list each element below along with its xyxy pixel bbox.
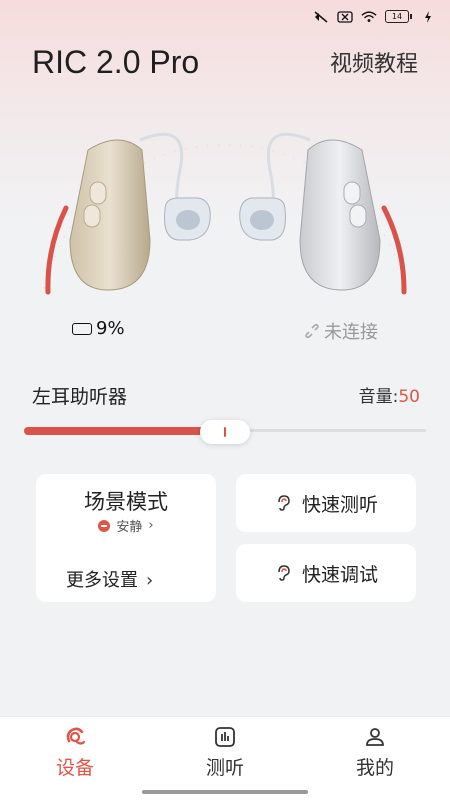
right-connection-status[interactable]: 未连接 xyxy=(304,318,378,344)
wifi-icon xyxy=(361,10,377,23)
current-scene-label: 安静 xyxy=(116,520,143,535)
current-scene[interactable]: 安静 › xyxy=(36,516,216,535)
device-icon xyxy=(66,727,86,745)
hearing-aids-illustration xyxy=(43,132,407,295)
chevron-right-icon: › xyxy=(146,570,154,591)
quick-test-button[interactable]: 快速测听 xyxy=(236,474,416,532)
home-indicator xyxy=(142,790,308,794)
right-earpiece xyxy=(239,197,286,241)
right-hearing-aid xyxy=(299,139,381,291)
left-battery-status: 9% xyxy=(72,318,125,339)
volume-slider[interactable] xyxy=(24,420,426,444)
more-settings-link[interactable]: 更多设置 › xyxy=(66,566,153,592)
profile-icon xyxy=(366,728,384,746)
quiet-scene-icon xyxy=(98,519,111,532)
tab-device[interactable]: 设备 xyxy=(30,725,120,780)
right-level-arc xyxy=(381,205,407,295)
tab-hearing-test-label: 测听 xyxy=(205,757,244,779)
battery-icon xyxy=(72,322,92,335)
tab-profile[interactable]: 我的 xyxy=(330,725,420,780)
chevron-right-icon: › xyxy=(148,518,154,533)
right-status-text: 未连接 xyxy=(324,322,378,343)
battery-level: 14 xyxy=(385,10,409,23)
slider-thumb[interactable] xyxy=(200,420,250,444)
battery-indicator: 14 xyxy=(385,10,412,23)
mute-icon xyxy=(313,10,329,23)
bottom-tab-bar: 设备 测听 我的 xyxy=(0,716,450,801)
charging-icon xyxy=(420,10,436,23)
quick-tune-button[interactable]: 快速调试 xyxy=(236,544,416,602)
video-tutorial-link[interactable]: 视频教程 xyxy=(330,46,418,78)
sim-off-icon xyxy=(337,10,353,23)
status-bar: 14 xyxy=(313,10,436,23)
quick-test-label: 快速测听 xyxy=(301,493,378,516)
scene-mode-card[interactable]: 场景模式 安静 › 更多设置 › xyxy=(36,474,216,602)
left-level-arc xyxy=(45,205,69,295)
link-broken-icon xyxy=(305,323,319,339)
ear-icon xyxy=(278,565,290,581)
volume-value: 50 xyxy=(398,387,420,407)
volume-readout: 音量:50 xyxy=(359,382,420,407)
tab-device-label: 设备 xyxy=(55,757,94,779)
ear-icon xyxy=(278,495,290,511)
left-aid-label: 左耳助听器 xyxy=(32,386,128,408)
left-earpiece xyxy=(164,197,211,241)
left-battery-value: 9% xyxy=(96,318,125,339)
tab-hearing-test[interactable]: 测听 xyxy=(180,725,270,780)
scene-title: 场景模式 xyxy=(84,490,168,514)
volume-label: 音量: xyxy=(358,387,399,407)
quick-tune-label: 快速调试 xyxy=(301,563,378,586)
slider-fill xyxy=(24,427,225,435)
tab-profile-label: 我的 xyxy=(355,757,394,779)
hearing-test-icon xyxy=(215,727,235,747)
app-title: RIC 2.0 Pro xyxy=(32,44,200,80)
left-hearing-aid xyxy=(69,139,151,291)
more-settings-label: 更多设置 xyxy=(66,570,138,591)
